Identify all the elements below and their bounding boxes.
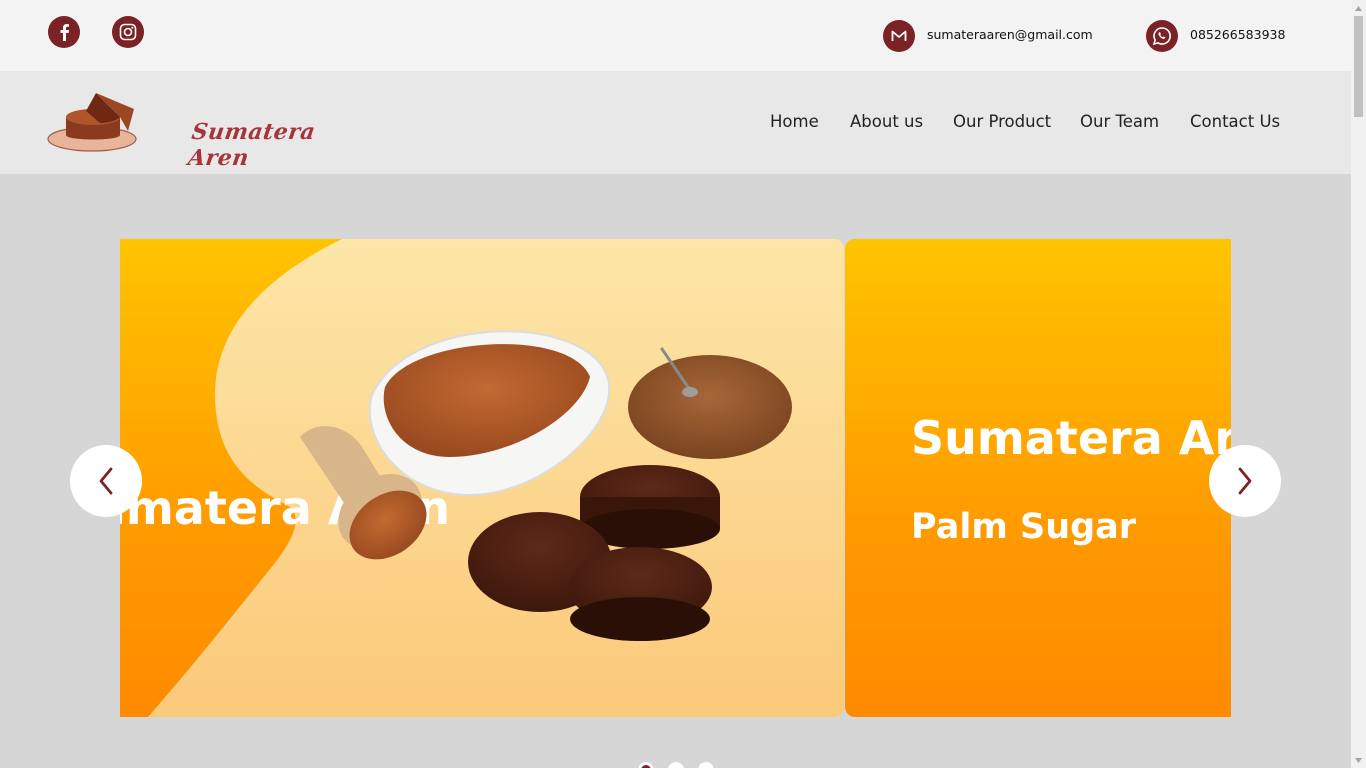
whatsapp-icon <box>1146 20 1178 52</box>
hero-carousel: Sumatera Aren <box>120 239 1231 717</box>
carousel-prev-button[interactable] <box>70 445 142 517</box>
facebook-link[interactable] <box>48 16 80 48</box>
scrollbar-thumb[interactable] <box>1354 16 1363 117</box>
header: Sumatera Aren Home About us Our Product … <box>0 71 1351 174</box>
instagram-icon <box>119 23 137 41</box>
nav-our-team[interactable]: Our Team <box>1080 112 1159 131</box>
nav-our-product[interactable]: Our Product <box>953 112 1051 131</box>
instagram-link[interactable] <box>112 16 144 48</box>
carousel-dot-2[interactable] <box>668 762 684 768</box>
slide-title: Sumatera Aren <box>911 411 1231 465</box>
facebook-icon <box>60 24 69 41</box>
chevron-left-icon <box>99 467 113 495</box>
carousel-dot-3[interactable] <box>698 762 714 768</box>
carousel-slide-palm-sugar: Sumatera Aren Palm Sugar <box>845 239 1231 717</box>
chevron-right-icon <box>1238 467 1252 495</box>
carousel-slide-product: Sumatera Aren <box>120 239 844 717</box>
scroll-up-icon[interactable] <box>1351 0 1366 16</box>
carousel-dot-1[interactable] <box>638 762 654 768</box>
top-bar: sumateraaren@gmail.com 085266583938 <box>0 0 1351 71</box>
phone-link[interactable]: 085266583938 <box>1190 27 1285 42</box>
carousel-next-button[interactable] <box>1209 445 1281 517</box>
nav-contact-us[interactable]: Contact Us <box>1190 112 1280 131</box>
palm-sugar-products-image <box>300 330 792 641</box>
scrollbar[interactable] <box>1351 0 1366 768</box>
email-link[interactable]: sumateraaren@gmail.com <box>927 27 1093 42</box>
logo[interactable]: Sumatera Aren <box>46 87 317 171</box>
mail-icon <box>883 20 915 52</box>
slide-subtitle: Palm Sugar <box>911 507 1137 547</box>
logo-text: Sumatera Aren <box>186 119 318 171</box>
nav-home[interactable]: Home <box>770 112 819 131</box>
palm-sugar-logo-icon <box>47 93 137 152</box>
nav-about-us[interactable]: About us <box>850 112 923 131</box>
scroll-down-icon[interactable] <box>1351 752 1366 768</box>
